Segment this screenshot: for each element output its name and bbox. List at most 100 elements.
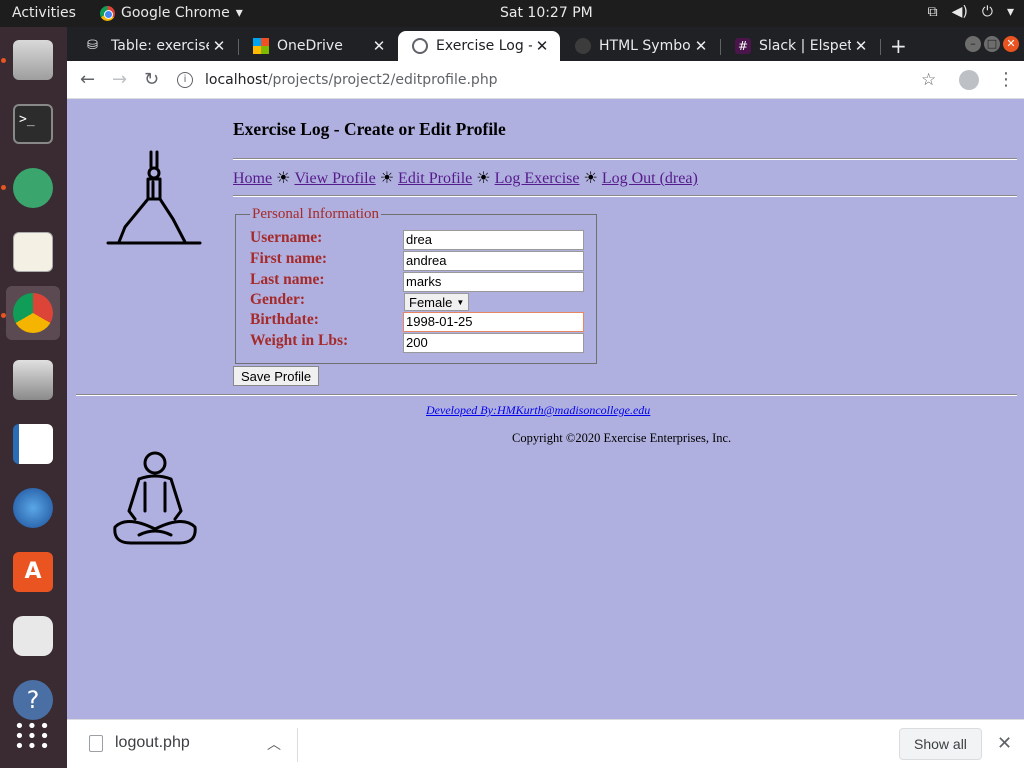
microsoft-icon <box>253 38 269 54</box>
developer-email-link[interactable]: Developed By:HMKurth@madisoncollege.edu <box>426 403 650 418</box>
download-shelf: logout.php ︿ Show all ✕ <box>67 719 1024 768</box>
first-name-field[interactable]: andrea <box>403 251 584 271</box>
dock-rhythmbox[interactable] <box>6 609 60 663</box>
dock-writer[interactable] <box>6 417 60 471</box>
network-icon: ⧉ <box>927 4 938 20</box>
files-icon <box>13 40 53 80</box>
nav-log-out-link[interactable]: Log Out (drea) <box>602 170 698 187</box>
username-label: Username: <box>250 229 323 246</box>
menu-kebab-icon[interactable]: ⋮ <box>997 69 1015 90</box>
power-icon: ⏻ <box>981 4 993 20</box>
back-arrow-icon[interactable]: ← <box>80 69 95 90</box>
profile-avatar[interactable] <box>959 70 979 90</box>
dock-files[interactable] <box>6 33 60 87</box>
download-item[interactable]: logout.php <box>89 734 190 752</box>
new-tab-button[interactable]: + <box>890 34 907 58</box>
chrome-icon <box>13 293 53 333</box>
tab-title: Exercise Log - <box>436 38 532 54</box>
browser-toolbar: ← → ↻ i localhost/projects/project2/edit… <box>67 61 1024 99</box>
activities-button[interactable]: Activities <box>12 5 76 21</box>
rhythmbox-icon <box>13 616 53 656</box>
dock-chrome[interactable] <box>6 286 60 340</box>
database-icon: ⛁ <box>87 38 98 53</box>
close-window-button[interactable]: ✕ <box>1003 36 1019 52</box>
divider <box>233 195 1017 197</box>
tab-html-symbol[interactable]: HTML Symbol ✕ <box>561 31 719 61</box>
close-icon[interactable]: ✕ <box>691 37 711 55</box>
fieldset-legend: Personal Information <box>250 206 382 223</box>
page-viewport: Exercise Log - Create or Edit Profile Ho… <box>67 99 1024 719</box>
tab-exercise-log[interactable]: Exercise Log - ✕ <box>398 31 560 61</box>
tab-onedrive[interactable]: OneDrive ✕ <box>239 31 397 61</box>
birthdate-field[interactable]: 1998-01-25 <box>403 312 584 332</box>
bookmark-star-icon[interactable]: ☆ <box>921 70 936 90</box>
weight-label: Weight in Lbs: <box>250 332 349 349</box>
yoga-warrior-icon <box>106 150 202 245</box>
username-field[interactable]: drea <box>403 230 584 250</box>
close-icon[interactable]: ✕ <box>369 37 389 55</box>
chevron-up-icon[interactable]: ︿ <box>267 734 281 754</box>
last-name-label: Last name: <box>250 271 325 288</box>
tab-title: Slack | Elspeth <box>759 38 851 54</box>
app-name: Google Chrome <box>121 5 230 21</box>
tab-title: Table: exercise <box>111 38 209 54</box>
info-icon[interactable]: i <box>177 72 193 88</box>
nav-edit-profile-link[interactable]: Edit Profile <box>398 170 472 187</box>
dock-app-grid[interactable]: ••• ••• ••• <box>6 710 60 764</box>
save-profile-button[interactable]: Save Profile <box>233 366 320 386</box>
tab-strip: ⛁ Table: exercise ✕ OneDrive ✕ Exercise … <box>67 27 1024 61</box>
maximize-button[interactable]: □ <box>984 36 1000 52</box>
dock-text-editor[interactable] <box>6 225 60 279</box>
forward-arrow-icon[interactable]: → <box>112 69 127 90</box>
close-icon[interactable]: ✕ <box>851 37 871 55</box>
software-center-icon: A <box>13 552 53 592</box>
gender-label: Gender: <box>250 291 306 308</box>
terminal-icon: >_ <box>13 104 53 144</box>
dock-atom[interactable] <box>6 161 60 215</box>
download-filename: logout.php <box>115 734 190 751</box>
dock-camera[interactable] <box>6 353 60 407</box>
app-menu[interactable]: Google Chrome ▾ <box>100 5 243 21</box>
tab-table-exercise[interactable]: ⛁ Table: exercise ✕ <box>73 31 237 61</box>
nav-view-profile-link[interactable]: View Profile <box>294 170 375 187</box>
show-all-button[interactable]: Show all <box>899 728 982 760</box>
close-icon[interactable]: ✕ <box>209 37 229 55</box>
last-name-field[interactable]: marks <box>403 272 584 292</box>
minimize-button[interactable]: – <box>965 36 981 52</box>
close-icon[interactable]: ✕ <box>532 37 552 55</box>
system-tray[interactable]: ⧉ ◀) ⏻ ▾ <box>928 4 1014 20</box>
divider <box>233 158 1017 160</box>
dock-software-center[interactable]: A <box>6 545 60 599</box>
meditation-pose-icon <box>113 451 197 545</box>
camera-icon <box>13 360 53 400</box>
url-path: /projects/project2/editprofile.php <box>267 72 498 88</box>
dropdown-arrow-icon: ▼ <box>456 297 465 307</box>
divider <box>297 728 298 762</box>
gender-select[interactable]: Female ▼ <box>404 293 470 311</box>
reload-icon[interactable]: ↻ <box>144 69 159 90</box>
first-name-label: First name: <box>250 250 328 267</box>
volume-icon: ◀) <box>951 4 968 20</box>
nav-home-link[interactable]: Home <box>233 170 272 187</box>
nav-separator: ☀ <box>379 170 395 187</box>
system-top-bar: Activities Google Chrome ▾ Sat 10:27 PM … <box>0 0 1024 27</box>
thunderbird-icon <box>13 488 53 528</box>
dock: >_ A ? ••• ••• ••• <box>0 27 67 768</box>
main-nav: Home ☀ View Profile ☀ Edit Profile ☀ Log Exerc… <box>233 168 698 188</box>
nav-log-exercise-link[interactable]: Log Exercise <box>495 170 580 187</box>
tab-slack[interactable]: # Slack | Elspeth ✕ <box>721 31 879 61</box>
gender-selected-value: Female <box>409 294 453 310</box>
weight-field[interactable]: 200 <box>403 333 584 353</box>
clock[interactable]: Sat 10:27 PM <box>500 5 593 21</box>
url-host: localhost <box>205 72 268 88</box>
copyright-text: Copyright ©2020 Exercise Enterprises, In… <box>512 431 732 445</box>
address-bar[interactable]: i localhost/projects/project2/editprofil… <box>177 66 937 94</box>
dock-thunderbird[interactable] <box>6 481 60 535</box>
globe-icon <box>412 38 428 54</box>
nav-separator: ☀ <box>583 170 598 187</box>
writer-icon <box>13 424 53 464</box>
close-icon[interactable]: ✕ <box>997 733 1012 754</box>
dock-terminal[interactable]: >_ <box>6 97 60 151</box>
tab-divider <box>880 39 881 55</box>
page-title: Exercise Log - Create or Edit Profile <box>233 119 506 139</box>
